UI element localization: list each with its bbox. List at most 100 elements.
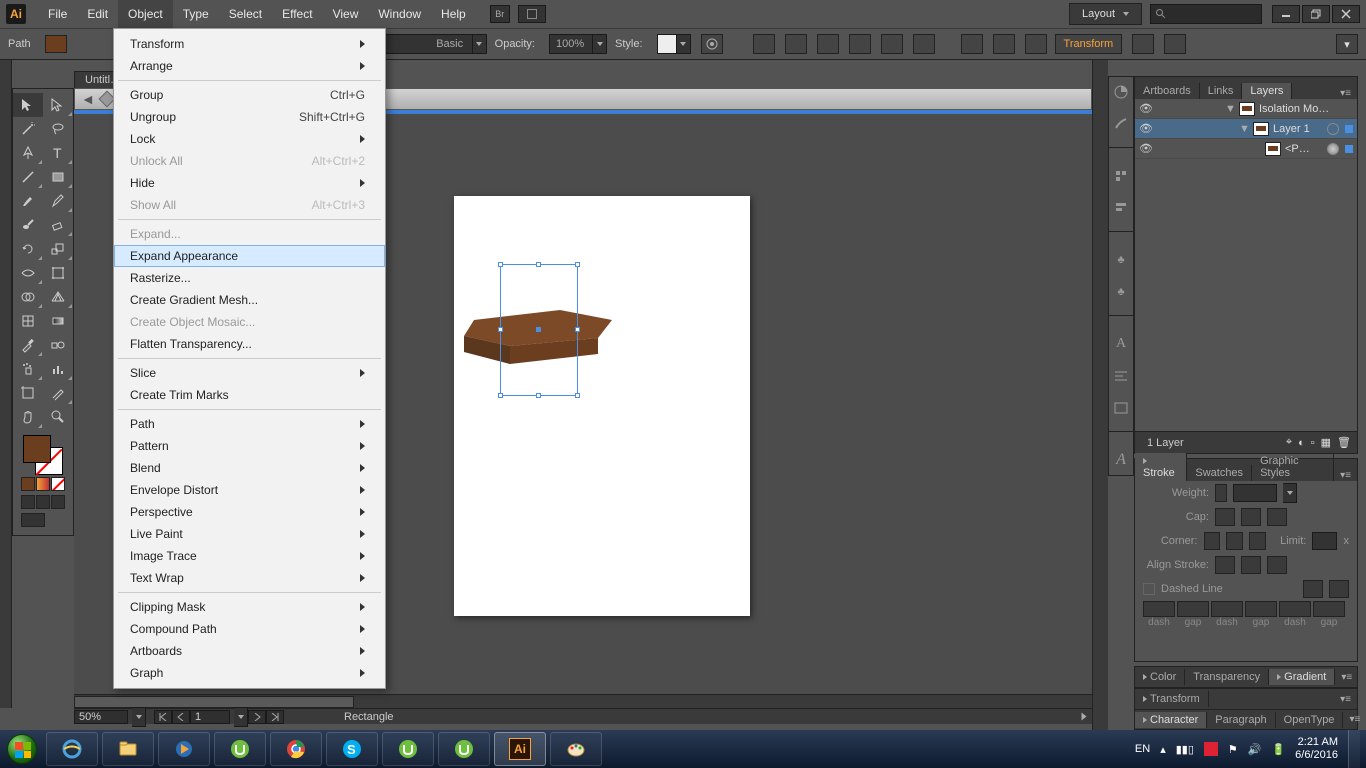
links-tab[interactable]: Links — [1200, 83, 1243, 99]
recolor-artwork-button[interactable] — [701, 34, 723, 54]
menu-effect[interactable]: Effect — [272, 0, 322, 28]
scale-tool[interactable] — [43, 237, 73, 261]
next-artboard-button[interactable] — [248, 710, 266, 724]
eraser-tool[interactable] — [43, 213, 73, 237]
opentype-tab[interactable]: OpenType — [1276, 712, 1344, 728]
menu-item-group[interactable]: GroupCtrl+G — [114, 84, 385, 106]
select-similar-button[interactable] — [1164, 34, 1186, 54]
draw-behind-button[interactable] — [36, 495, 50, 509]
menu-item-create-trim-marks[interactable]: Create Trim Marks — [114, 384, 385, 406]
transform-tab[interactable]: Transform — [1135, 691, 1209, 707]
draw-inside-button[interactable] — [51, 495, 65, 509]
expand-toggle[interactable]: ▼ — [1225, 103, 1235, 115]
artboard[interactable] — [454, 196, 750, 616]
screen-mode-button[interactable] — [21, 513, 45, 527]
dash-1-input[interactable] — [1143, 601, 1175, 617]
fill-color-swatch[interactable] — [45, 35, 67, 53]
menu-item-expand-appearance[interactable]: Expand Appearance — [114, 245, 385, 267]
transform-panel-menu[interactable]: ▾≡ — [1334, 694, 1357, 705]
visibility-toggle[interactable]: 👁 — [1139, 142, 1153, 155]
lasso-tool[interactable] — [43, 117, 73, 141]
menu-item-clipping-mask[interactable]: Clipping Mask — [114, 596, 385, 618]
transparency-tab[interactable]: Transparency — [1185, 669, 1269, 685]
distribute-v-button[interactable] — [993, 34, 1015, 54]
horizontal-scroll-thumb[interactable] — [74, 696, 354, 708]
align-to-button[interactable] — [1025, 34, 1047, 54]
menu-item-blend[interactable]: Blend — [114, 457, 385, 479]
gap-1-input[interactable] — [1177, 601, 1209, 617]
menu-edit[interactable]: Edit — [77, 0, 118, 28]
symbols-panel-icon[interactable] — [1112, 167, 1130, 185]
symbol-sprayer-tool[interactable] — [13, 357, 43, 381]
menu-item-flatten-transparency[interactable]: Flatten Transparency... — [114, 333, 385, 355]
magic-wand-tool[interactable] — [13, 117, 43, 141]
cap-projecting-button[interactable] — [1267, 508, 1287, 526]
taskbar-app-utorrent2[interactable] — [382, 732, 434, 766]
graphic-style-dropdown[interactable] — [677, 34, 691, 54]
artboards-tab[interactable]: Artboards — [1135, 83, 1200, 99]
layer-name[interactable]: Layer 1 — [1273, 123, 1310, 135]
gap-2-input[interactable] — [1245, 601, 1277, 617]
menu-item-path[interactable]: Path — [114, 413, 385, 435]
align-stroke-inside-button[interactable] — [1241, 556, 1261, 574]
align-dashes-button[interactable] — [1329, 580, 1349, 598]
locate-object-button[interactable]: ⌖ — [1286, 436, 1292, 449]
type-tool[interactable]: T — [43, 141, 73, 165]
direct-selection-tool[interactable] — [43, 93, 73, 117]
color-panel-menu[interactable]: ▾≡ — [1335, 672, 1358, 683]
menu-item-perspective[interactable]: Perspective — [114, 501, 385, 523]
appearance-panel-icon[interactable]: ♣ — [1112, 283, 1130, 301]
horizontal-scrollbar[interactable] — [74, 694, 1092, 708]
align-right-button[interactable] — [817, 34, 839, 54]
preserve-dashes-button[interactable] — [1303, 580, 1323, 598]
paragraph-panel-icon[interactable] — [1112, 367, 1130, 385]
align-stroke-center-button[interactable] — [1215, 556, 1235, 574]
blob-brush-tool[interactable] — [13, 213, 43, 237]
battery-icon[interactable]: 🔋 — [1271, 743, 1285, 756]
bridge-button[interactable]: Br — [490, 5, 510, 23]
layer-row-layer1[interactable]: 👁 ▼ Layer 1 — [1135, 119, 1357, 139]
stroke-tab[interactable]: Stroke — [1135, 453, 1187, 481]
dash-2-input[interactable] — [1211, 601, 1243, 617]
menu-item-slice[interactable]: Slice — [114, 362, 385, 384]
miter-limit-input[interactable] — [1312, 532, 1337, 550]
blend-tool[interactable] — [43, 333, 73, 357]
color-guide-panel-icon[interactable] — [1112, 83, 1130, 101]
slice-tool[interactable] — [43, 381, 73, 405]
target-icon[interactable] — [1327, 143, 1339, 155]
align-vcenter-button[interactable] — [881, 34, 903, 54]
close-button[interactable] — [1332, 5, 1360, 23]
tray-chevron-icon[interactable]: ▴ — [1160, 743, 1166, 756]
line-segment-tool[interactable] — [13, 165, 43, 189]
status-flyout-icon[interactable] — [1082, 713, 1087, 721]
prev-artboard-button[interactable] — [172, 710, 190, 724]
color-tab[interactable]: Color — [1135, 669, 1185, 685]
volume-icon[interactable]: 🔊 — [1248, 743, 1262, 756]
controlbar-menu[interactable]: ▾ — [1336, 34, 1358, 54]
menu-help[interactable]: Help — [431, 0, 476, 28]
taskbar-app-paint[interactable] — [550, 732, 602, 766]
target-icon[interactable] — [1327, 123, 1339, 135]
menu-item-live-paint[interactable]: Live Paint — [114, 523, 385, 545]
gradient-tool[interactable] — [43, 309, 73, 333]
taskbar-app-skype[interactable]: S — [326, 732, 378, 766]
fill-stroke-swatches[interactable] — [23, 435, 63, 475]
flag-icon[interactable]: ⚑ — [1228, 743, 1238, 756]
taskbar-app-chrome[interactable] — [270, 732, 322, 766]
opentype-panel-icon[interactable] — [1112, 399, 1130, 417]
stroke-panel-menu[interactable]: ▾≡ — [1334, 470, 1357, 481]
column-graph-tool[interactable] — [43, 357, 73, 381]
action-center-icon[interactable] — [1204, 742, 1218, 756]
search-input[interactable] — [1150, 4, 1262, 24]
perspective-grid-tool[interactable] — [43, 285, 73, 309]
selection-tool[interactable] — [13, 93, 43, 117]
selection-bounding-box[interactable] — [500, 264, 578, 396]
opacity-input[interactable]: 100% — [549, 34, 593, 54]
gap-3-input[interactable] — [1313, 601, 1345, 617]
menu-item-image-trace[interactable]: Image Trace — [114, 545, 385, 567]
zoom-input[interactable]: 50% — [74, 710, 128, 724]
visibility-toggle[interactable]: 👁 — [1139, 122, 1153, 135]
brush-definition[interactable]: Basic — [383, 34, 473, 54]
align-top-button[interactable] — [849, 34, 871, 54]
language-indicator[interactable]: EN — [1135, 743, 1150, 755]
